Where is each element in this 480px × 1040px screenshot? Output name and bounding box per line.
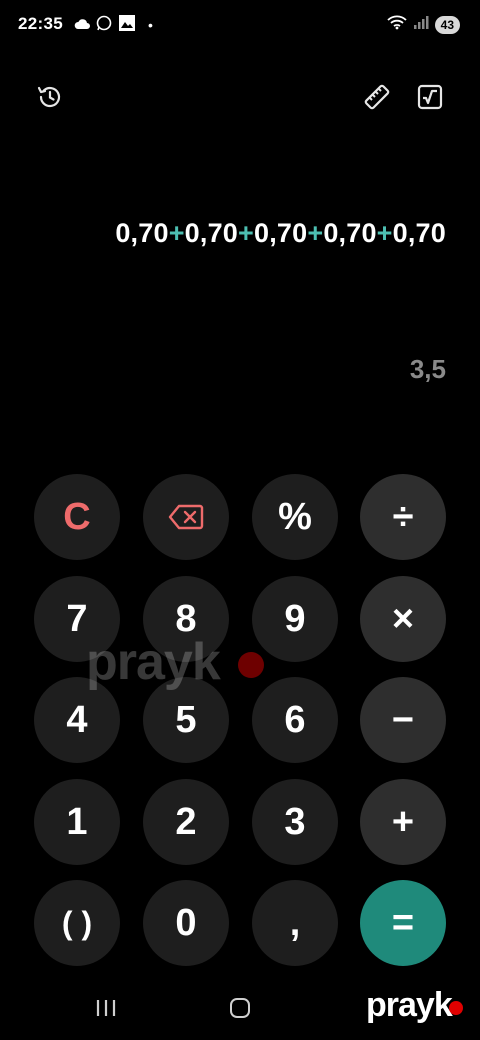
minus-button[interactable]: − xyxy=(360,677,446,763)
digit-6-button[interactable]: 6 xyxy=(252,677,338,763)
plus-button[interactable]: + xyxy=(360,779,446,865)
backspace-icon xyxy=(168,504,204,530)
whatsapp-icon xyxy=(96,15,112,35)
expression-term: 0,70 xyxy=(323,218,377,248)
clear-button[interactable]: C xyxy=(34,474,120,560)
expression-operator: + xyxy=(307,218,324,248)
home-icon[interactable] xyxy=(230,998,250,1018)
percent-button[interactable]: % xyxy=(252,474,338,560)
cloud-icon xyxy=(74,16,90,34)
status-bar: 22:35 • 43 xyxy=(0,0,480,50)
digit-9-button[interactable]: 9 xyxy=(252,576,338,662)
expression-operator: + xyxy=(238,218,254,248)
history-icon[interactable] xyxy=(35,82,65,112)
digit-4-button[interactable]: 4 xyxy=(34,677,120,763)
parentheses-button[interactable]: ( ) xyxy=(34,880,120,966)
expression-operator: + xyxy=(168,218,185,248)
digit-5-button[interactable]: 5 xyxy=(143,677,229,763)
wifi-icon xyxy=(387,14,407,35)
square-root-icon[interactable] xyxy=(415,82,445,112)
digit-8-button[interactable]: 8 xyxy=(143,576,229,662)
recent-apps-icon[interactable] xyxy=(95,998,117,1023)
equals-button[interactable]: = xyxy=(360,880,446,966)
digit-1-button[interactable]: 1 xyxy=(34,779,120,865)
brand-logo: prayk xyxy=(366,986,453,1024)
expression-term: 0,70 xyxy=(253,218,308,248)
system-icons: 43 xyxy=(387,14,460,35)
notification-icons: • xyxy=(74,14,153,36)
battery-indicator: 43 xyxy=(434,15,460,34)
expression-operator: + xyxy=(376,218,393,248)
result-preview: 3,5 xyxy=(409,354,446,384)
expression-term: 0,70 xyxy=(392,218,446,248)
digit-7-button[interactable]: 7 xyxy=(34,576,120,662)
photo-thumbnail-icon xyxy=(118,14,136,36)
digit-2-button[interactable]: 2 xyxy=(143,779,229,865)
expression-display: 0,70+0,70+0,70+0,70+0,70 xyxy=(115,218,446,249)
watermark-dot xyxy=(238,652,264,678)
ruler-icon[interactable] xyxy=(362,82,392,112)
status-time: 22:35 xyxy=(18,14,63,33)
calculator-screen: 22:35 • 43 0,70+0,70+0,70+0,70+0,70 3,5 … xyxy=(0,0,480,1040)
digit-3-button[interactable]: 3 xyxy=(252,779,338,865)
digit-0-button[interactable]: 0 xyxy=(143,880,229,966)
multiply-button[interactable]: × xyxy=(360,576,446,662)
backspace-button[interactable] xyxy=(143,474,229,560)
signal-icon xyxy=(413,14,429,35)
expression-term: 0,70 xyxy=(184,218,239,248)
divide-button[interactable]: ÷ xyxy=(360,474,446,560)
more-notifications-dot: • xyxy=(148,17,153,33)
expression-term: 0,70 xyxy=(115,218,169,248)
brand-logo-dot xyxy=(449,1001,463,1015)
decimal-button[interactable]: , xyxy=(252,880,338,966)
